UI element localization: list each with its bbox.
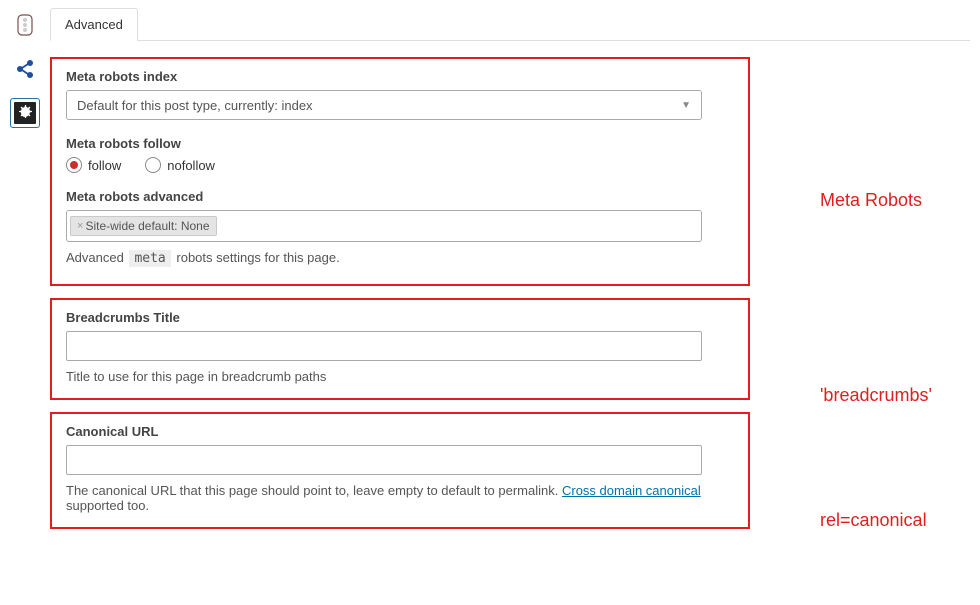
canonical-url-label: Canonical URL — [66, 424, 734, 439]
canonical-url-input[interactable] — [66, 445, 702, 475]
breadcrumbs-title-input[interactable] — [66, 331, 702, 361]
chevron-down-icon: ▼ — [681, 100, 691, 111]
sidebar-item-advanced[interactable] — [10, 98, 40, 128]
breadcrumbs-title-label: Breadcrumbs Title — [66, 310, 734, 325]
canonical-url-help: The canonical URL that this page should … — [66, 483, 734, 513]
cross-domain-canonical-link[interactable]: Cross domain canonical — [562, 483, 701, 498]
tag-default[interactable]: × Site-wide default: None — [70, 216, 217, 236]
radio-label: follow — [88, 158, 121, 173]
annotation-meta-robots: Meta Robots — [820, 190, 922, 211]
radio-nofollow[interactable]: nofollow — [145, 157, 215, 173]
meta-robots-advanced-label: Meta robots advanced — [66, 189, 734, 204]
radio-label: nofollow — [167, 158, 215, 173]
section-canonical: Canonical URL The canonical URL that thi… — [50, 412, 750, 529]
tab-advanced[interactable]: Advanced — [50, 8, 138, 41]
select-value: Default for this post type, currently: i… — [77, 98, 313, 113]
radio-icon — [66, 157, 82, 173]
breadcrumbs-title-help: Title to use for this page in breadcrumb… — [66, 369, 734, 384]
meta-robots-index-label: Meta robots index — [66, 69, 734, 84]
section-breadcrumbs: Breadcrumbs Title Title to use for this … — [50, 298, 750, 400]
radio-icon — [145, 157, 161, 173]
annotation-canonical: rel=canonical — [820, 510, 927, 531]
sidebar-item-social[interactable] — [10, 54, 40, 84]
section-meta-robots: Meta robots index Default for this post … — [50, 57, 750, 286]
tabbar: Advanced — [50, 8, 970, 41]
tag-label: Site-wide default: None — [85, 219, 209, 233]
meta-robots-advanced-input[interactable]: × Site-wide default: None — [66, 210, 702, 242]
meta-robots-index-select[interactable]: Default for this post type, currently: i… — [66, 90, 702, 120]
share-icon — [14, 58, 36, 80]
close-icon[interactable]: × — [77, 220, 83, 232]
traffic-light-icon — [15, 14, 35, 36]
gear-icon — [13, 101, 37, 125]
radio-follow[interactable]: follow — [66, 157, 121, 173]
sidebar-item-readability[interactable] — [10, 10, 40, 40]
annotation-breadcrumbs: 'breadcrumbs' — [820, 385, 932, 406]
tab-sidebar — [0, 8, 50, 128]
meta-robots-advanced-help: Advanced meta robots settings for this p… — [66, 250, 734, 266]
meta-robots-follow-label: Meta robots follow — [66, 136, 734, 151]
